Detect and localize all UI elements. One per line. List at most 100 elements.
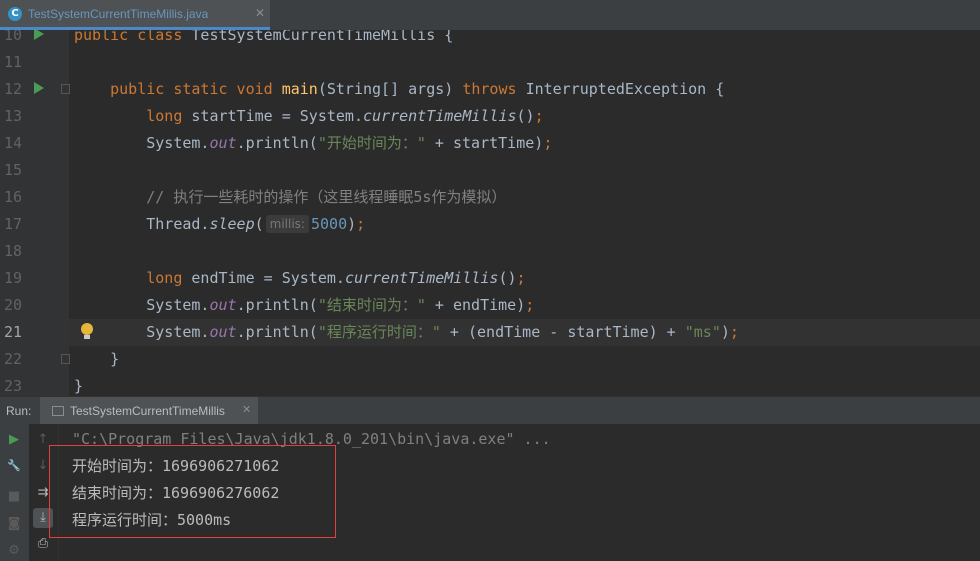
code-token: "开始时间为：" [317, 134, 426, 152]
code-token: } [74, 377, 84, 395]
output-highlight-box [49, 445, 336, 538]
code-token: "程序运行时间：" [317, 323, 441, 341]
gutter-cell: 15 [0, 157, 69, 184]
gutter-cell: 14 [0, 130, 69, 157]
code-token: ) [347, 215, 357, 233]
code-line[interactable]: 22 } [0, 346, 980, 373]
gutter-cell: 23 [0, 373, 69, 396]
code-token: (String[] args) [317, 80, 463, 98]
java-class-icon: C [8, 7, 22, 21]
code-token: () [498, 269, 517, 287]
code-token: + startTime) [425, 134, 544, 152]
code-token: out [209, 296, 237, 314]
code-token: } [74, 350, 120, 368]
gutter-cell: 11 [0, 49, 69, 76]
run-tool-window-header: Run: TestSystemCurrentTimeMillis ✕ [0, 396, 980, 425]
code-line[interactable]: 12 public static void main(String[] args… [0, 76, 980, 103]
line-number: 23 [3, 377, 22, 395]
code-text: long endTime = System.currentTimeMillis(… [74, 265, 525, 292]
code-text: // 执行一些耗时的操作（这里线程睡眠5s作为模拟） [74, 184, 506, 211]
line-number: 19 [3, 269, 22, 287]
code-text: System.out.println("结束时间为：" + endTime); [74, 292, 534, 319]
run-label: Run: [6, 404, 32, 418]
line-number: 12 [3, 80, 22, 98]
code-token: "ms" [684, 323, 721, 341]
code-token: long [74, 269, 192, 287]
run-icon[interactable] [34, 30, 44, 40]
line-number: 21 [3, 323, 22, 341]
code-token: + (endTime - startTime) + [440, 323, 685, 341]
code-text: System.out.println("开始时间为：" + startTime)… [74, 130, 552, 157]
code-token: ; [543, 134, 553, 152]
editor-tab-java-file[interactable]: C TestSystemCurrentTimeMillis.java ✕ [0, 0, 270, 30]
code-token: startTime = System. [191, 107, 363, 125]
code-line[interactable]: 21 System.out.println("程序运行时间：" + (endTi… [0, 319, 980, 346]
close-icon[interactable]: ✕ [242, 403, 251, 416]
code-line[interactable]: 17 Thread.sleep(millis: 5000); [0, 211, 980, 238]
gutter-cell: 13 [0, 103, 69, 130]
code-token: System. [74, 296, 210, 314]
line-number: 13 [3, 107, 22, 125]
code-token: System. [74, 134, 210, 152]
code-text: } [74, 346, 119, 373]
code-token: 5000 [310, 215, 348, 233]
code-line[interactable]: 11 [0, 49, 980, 76]
code-line[interactable]: 19 long endTime = System.currentTimeMill… [0, 265, 980, 292]
code-token: Thread. [74, 215, 210, 233]
code-token: + endTime) [425, 296, 526, 314]
gutter-cell: 17 [0, 211, 69, 238]
code-token: ; [534, 107, 544, 125]
gutter-cell: 12 [0, 76, 70, 103]
fold-icon[interactable] [61, 84, 70, 94]
code-text: System.out.println("程序运行时间：" + (endTime … [74, 319, 739, 346]
line-number: 17 [3, 215, 22, 233]
code-token: // 执行一些耗时的操作（这里线程睡眠5s作为模拟） [74, 188, 507, 206]
code-line[interactable]: 18 [0, 238, 980, 265]
rerun-icon[interactable]: ▶ [4, 430, 24, 450]
code-editor[interactable]: 10 public class TestSystemCurrentTimeMill… [0, 30, 980, 396]
run-config-tab[interactable]: TestSystemCurrentTimeMillis ✕ [40, 397, 258, 425]
code-line[interactable]: 10 public class TestSystemCurrentTimeMill… [0, 30, 980, 49]
close-icon[interactable]: ✕ [255, 6, 265, 20]
code-token: .println( [236, 323, 318, 341]
code-line[interactable]: 14 System.out.println("开始时间为：" + startTi… [0, 130, 980, 157]
stop-icon[interactable]: ■ [4, 487, 24, 507]
code-token: throws [462, 80, 526, 98]
code-token: ) [720, 323, 730, 341]
gutter-cell: 19 [0, 265, 69, 292]
gutter-cell: 21 [0, 319, 69, 346]
editor-tab-bar: C TestSystemCurrentTimeMillis.java ✕ [0, 0, 980, 30]
code-token: out [209, 134, 237, 152]
code-line[interactable]: 23} [0, 373, 980, 396]
gutter-cell: 10 [0, 30, 69, 49]
code-text: } [74, 373, 83, 396]
parameter-hint: millis: [265, 215, 309, 233]
code-token: main [281, 80, 318, 98]
settings-icon[interactable]: 🔧 [4, 456, 24, 476]
code-text: public static void main(String[] args) t… [74, 76, 724, 103]
line-number: 15 [3, 161, 22, 179]
code-line[interactable]: 13 long startTime = System.currentTimeMi… [0, 103, 980, 130]
code-token: InterruptedException { [525, 80, 725, 98]
code-token: ( [254, 215, 264, 233]
fold-icon[interactable] [61, 354, 70, 364]
code-token: System. [74, 323, 210, 341]
code-text: public class TestSystemCurrentTimeMillis… [74, 30, 453, 49]
camera-icon[interactable]: ◙ [4, 514, 24, 534]
run-config-icon [52, 406, 64, 416]
line-number: 11 [3, 53, 22, 71]
code-line[interactable]: 20 System.out.println("结束时间为：" + endTime… [0, 292, 980, 319]
code-token: sleep [209, 215, 255, 233]
code-token: currentTimeMillis [363, 107, 517, 125]
line-number: 22 [3, 350, 22, 368]
code-token: endTime = System. [191, 269, 345, 287]
gutter-cell: 22 [0, 346, 70, 373]
code-token: ; [356, 215, 366, 233]
run-icon[interactable] [34, 82, 44, 94]
gutter-cell: 20 [0, 292, 69, 319]
line-number: 16 [3, 188, 22, 206]
gear-icon[interactable]: ⚙ [4, 541, 24, 561]
code-line[interactable]: 16 // 执行一些耗时的操作（这里线程睡眠5s作为模拟） [0, 184, 980, 211]
code-token: .println( [236, 134, 318, 152]
code-line[interactable]: 15 [0, 157, 980, 184]
